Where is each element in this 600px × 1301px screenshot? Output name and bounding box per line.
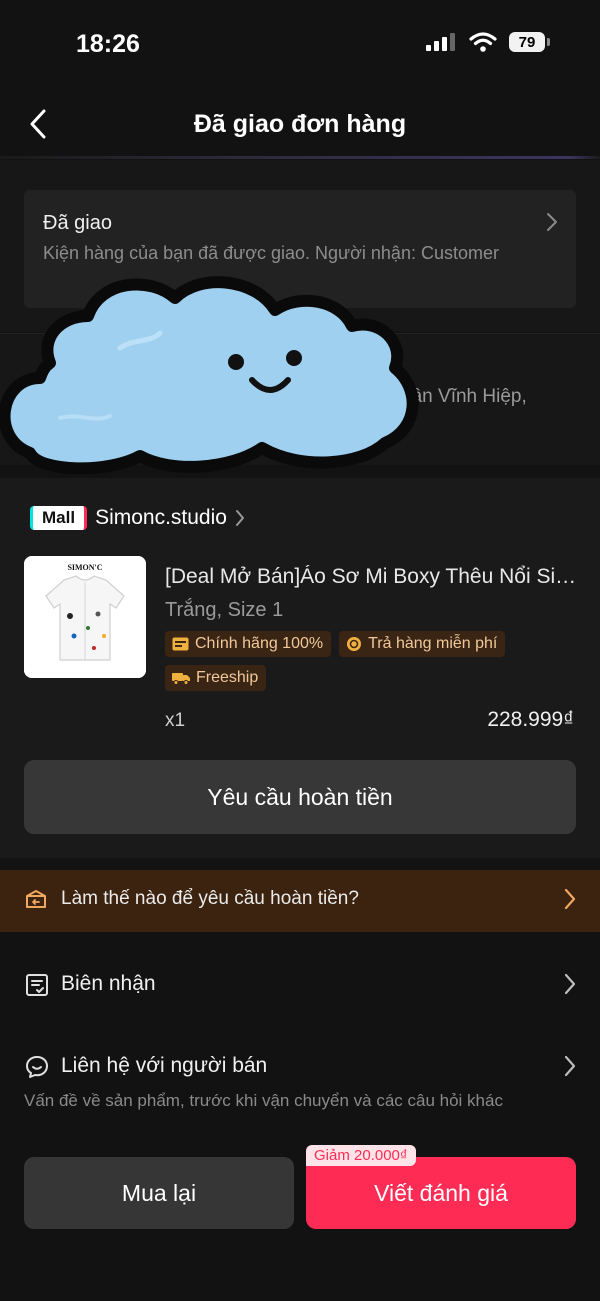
product-tags: Chính hãng 100% Trả hàng miễn phí Freesh… (165, 631, 585, 691)
cloud-sticker (0, 276, 419, 475)
product-variant: Trắng, Size 1 (165, 599, 284, 621)
mall-badge: Mall (30, 506, 88, 530)
tag-authentic-label: Chính hãng 100% (195, 635, 324, 652)
signal-icon (426, 33, 455, 51)
return-box-icon (26, 890, 46, 908)
tag-free-return-label: Trả hàng miễn phí (368, 635, 498, 652)
order-section: Mall Simonc.studio SIMON'C [Deal Mở Bán]… (0, 478, 600, 858)
authentic-icon (172, 637, 189, 651)
status-bar: 18:26 79 (0, 0, 600, 90)
contact-seller-row[interactable]: Liên hệ với người bán Vấn đề về sản phẩm… (0, 1028, 600, 1128)
chevron-right-icon (564, 888, 576, 910)
shop-header[interactable]: Mall Simonc.studio (30, 506, 245, 530)
header-divider (0, 156, 600, 159)
product-image[interactable]: SIMON'C (24, 556, 146, 678)
refund-request-button[interactable]: Yêu cầu hoàn tiền (24, 760, 576, 834)
thumb-brand-text: SIMON'C (67, 563, 102, 572)
review-discount-badge: Giảm 20.000₫ (306, 1145, 416, 1166)
product-price: 228.999₫ (487, 708, 574, 731)
receipt-label: Biên nhận (61, 972, 156, 995)
chat-icon (26, 1056, 48, 1078)
write-review-button[interactable]: Viết đánh giá (306, 1157, 576, 1229)
truck-icon (172, 673, 190, 685)
shirt-image: SIMON'C (24, 556, 146, 678)
receipt-row[interactable]: Biên nhận (0, 944, 600, 1024)
tag-free-return: Trả hàng miễn phí (339, 631, 506, 657)
nav-bar: Đã giao đơn hàng (0, 92, 600, 156)
chevron-right-icon (564, 1055, 576, 1077)
page-title: Đã giao đơn hàng (193, 110, 407, 138)
refund-help-banner[interactable]: Làm thế nào để yêu cầu hoàn tiền? (0, 870, 600, 932)
wifi-icon (469, 32, 497, 52)
product-quantity: x1 (165, 710, 186, 731)
battery-icon: 79 (509, 32, 550, 52)
chevron-right-icon (235, 510, 244, 526)
battery-level: 79 (509, 32, 545, 52)
contact-seller-subtitle: Vấn đề về sản phẩm, trước khi vận chuyển… (24, 1091, 503, 1110)
product-title[interactable]: [Deal Mở Bán]Áo Sơ Mi Boxy Thêu Nổi Simo… (165, 565, 577, 589)
bottom-action-bar: Mua lại Viết đánh giá Giảm 20.000₫ (0, 1140, 600, 1250)
free-return-icon (347, 637, 362, 651)
receipt-icon (26, 974, 48, 996)
tag-freeship: Freeship (165, 665, 267, 691)
contact-seller-label: Liên hệ với người bán (61, 1054, 268, 1077)
chevron-right-icon (564, 973, 576, 995)
status-time: 18:26 (76, 30, 140, 58)
refund-help-text: Làm thế nào để yêu cầu hoàn tiền? (61, 888, 359, 909)
status-icons: 79 (425, 32, 550, 52)
delivery-status-title: Đã giao (43, 212, 112, 234)
tag-authentic: Chính hãng 100% (165, 631, 332, 657)
buy-again-button[interactable]: Mua lại (24, 1157, 294, 1229)
tag-freeship-label: Freeship (196, 669, 259, 686)
shop-name: Simonc.studio (95, 506, 227, 529)
chevron-right-icon (547, 213, 557, 231)
